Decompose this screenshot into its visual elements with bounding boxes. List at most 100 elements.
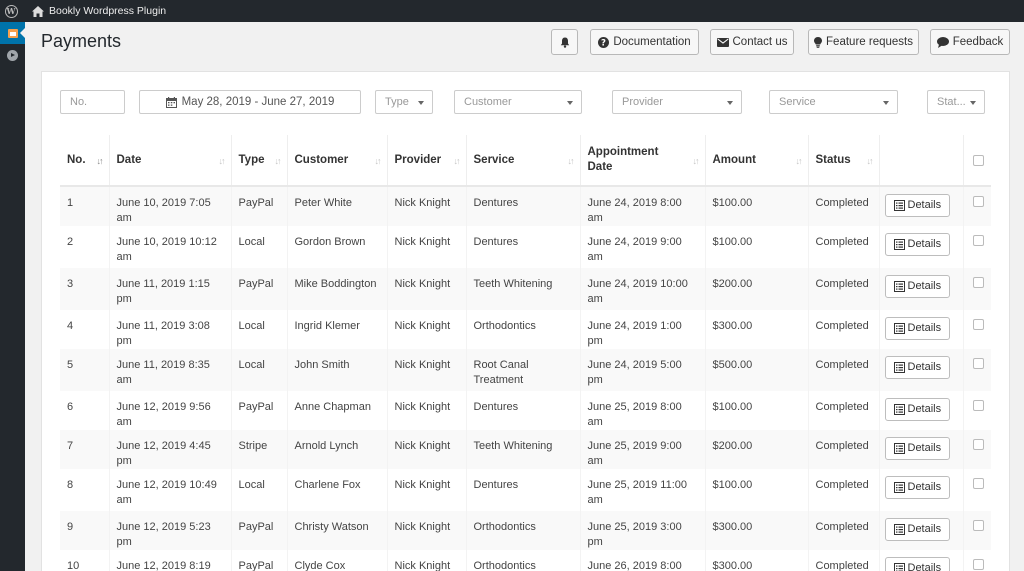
details-button[interactable]: Details [884,476,951,499]
cell-no: 2 [60,226,110,268]
details-label: Details [907,322,942,334]
contact-us-button[interactable]: Contact us [710,29,794,55]
cell-actions: Details [879,550,964,571]
column-header-date[interactable]: Date ↓↑ [109,135,232,187]
column-header-status[interactable]: Status ↓↑ [808,135,880,187]
cell-appointment: June 26, 2019 8:00 am [580,550,706,571]
row-checkbox[interactable] [972,358,984,369]
admin-bar: W Bookly Wordpress Plugin [0,0,1024,22]
cell-type: Stripe [231,430,288,469]
details-label: Details [907,481,942,493]
cell-amount: $300.00 [705,550,809,571]
cell-no: 3 [60,268,110,310]
cell-select [963,430,991,469]
payments-panel: No. May 28, 2019 - June 27, 2019 Type Cu… [41,71,1010,571]
details-label: Details [907,442,942,454]
details-button[interactable]: Details [884,275,951,298]
column-header-actions [879,135,964,187]
row-checkbox[interactable] [972,277,984,288]
feedback-button[interactable]: Feedback [930,29,1010,55]
cell-status: Completed [808,226,880,268]
cell-provider: Nick Knight [387,430,467,469]
home-icon[interactable] [32,5,44,17]
row-checkbox[interactable] [972,439,984,450]
cell-customer: John Smith [287,349,388,391]
status-filter[interactable]: Stat... [927,90,985,114]
details-button[interactable]: Details [884,317,951,340]
cell-appointment: June 24, 2019 8:00 am [580,186,706,226]
column-header-provider[interactable]: Provider ↓↑ [387,135,467,187]
cell-status: Completed [808,391,880,430]
cell-provider: Nick Knight [387,550,467,571]
details-button[interactable]: Details [884,398,951,421]
customer-filter[interactable]: Customer [454,90,582,114]
details-label: Details [907,238,942,250]
page-title: Payments [41,31,122,51]
details-button[interactable]: Details [884,437,951,460]
cell-date: June 12, 2019 10:49 am [109,469,232,511]
comment-icon [936,36,949,48]
cell-type: Local [231,310,288,349]
row-checkbox[interactable] [972,559,984,570]
service-filter[interactable]: Service [769,90,898,114]
row-checkbox[interactable] [972,235,984,246]
details-button[interactable]: Details [884,233,951,256]
site-name-link[interactable]: Bookly Wordpress Plugin [49,5,166,17]
cell-customer: Christy Watson [287,511,388,550]
cell-customer: Gordon Brown [287,226,388,268]
cell-no: 1 [60,186,110,226]
list-icon [893,404,905,415]
feature-requests-label: Feature requests [826,36,913,48]
column-header-customer[interactable]: Customer ↓↑ [287,135,388,187]
list-icon [893,563,905,571]
column-header-appointment-date[interactable]: Appointment Date ↓↑ [580,135,706,187]
cell-actions: Details [879,186,964,226]
cell-date: June 12, 2019 4:45 pm [109,430,232,469]
column-header-no[interactable]: No. ↓↑ [60,135,110,187]
column-header-type[interactable]: Type ↓↑ [231,135,288,187]
list-icon [893,323,905,334]
cell-status: Completed [808,469,880,511]
payment-number-filter[interactable]: No. [60,90,125,114]
cell-select [963,349,991,391]
cell-customer: Anne Chapman [287,391,388,430]
row-checkbox[interactable] [972,196,984,207]
details-button[interactable]: Details [884,194,951,217]
table-row: 6 June 12, 2019 9:56 am PayPal Anne Chapman… [60,391,991,430]
envelope-icon [716,37,729,47]
details-button[interactable]: Details [884,518,951,541]
collapse-menu-item[interactable] [0,44,25,66]
column-header-service[interactable]: Service ↓↑ [466,135,581,187]
cell-amount: $300.00 [705,511,809,550]
documentation-button[interactable]: ? Documentation [590,29,699,55]
date-range-filter[interactable]: May 28, 2019 - June 27, 2019 [139,90,361,114]
row-checkbox[interactable] [972,319,984,330]
cell-appointment: June 24, 2019 1:00 pm [580,310,706,349]
chevron-down-icon [418,101,424,105]
sort-icon: ↓↑ [567,156,575,166]
cell-amount: $100.00 [705,391,809,430]
wordpress-logo-icon[interactable]: W [0,0,22,22]
provider-filter[interactable]: Provider [612,90,742,114]
cell-type: PayPal [231,186,288,226]
select-all-checkbox[interactable] [972,154,984,166]
bookly-menu-item[interactable] [0,22,25,44]
table-header-row: No. ↓↑ Date ↓↑ Type ↓↑ Customer ↓↑ Provider ↓… [60,135,991,187]
cell-date: June 12, 2019 9:56 am [109,391,232,430]
row-checkbox[interactable] [972,400,984,411]
notifications-button[interactable] [551,29,578,55]
cell-select [963,226,991,268]
row-checkbox[interactable] [972,520,984,531]
chevron-down-icon [970,101,976,105]
cell-service: Orthodontics [466,550,581,571]
details-button[interactable]: Details [884,557,951,571]
type-filter[interactable]: Type [375,90,433,114]
cell-actions: Details [879,391,964,430]
details-button[interactable]: Details [884,356,951,379]
cell-amount: $100.00 [705,226,809,268]
cell-type: Local [231,349,288,391]
column-header-amount[interactable]: Amount ↓↑ [705,135,809,187]
cell-customer: Mike Boddington [287,268,388,310]
feature-requests-button[interactable]: Feature requests [808,29,919,55]
row-checkbox[interactable] [972,478,984,489]
